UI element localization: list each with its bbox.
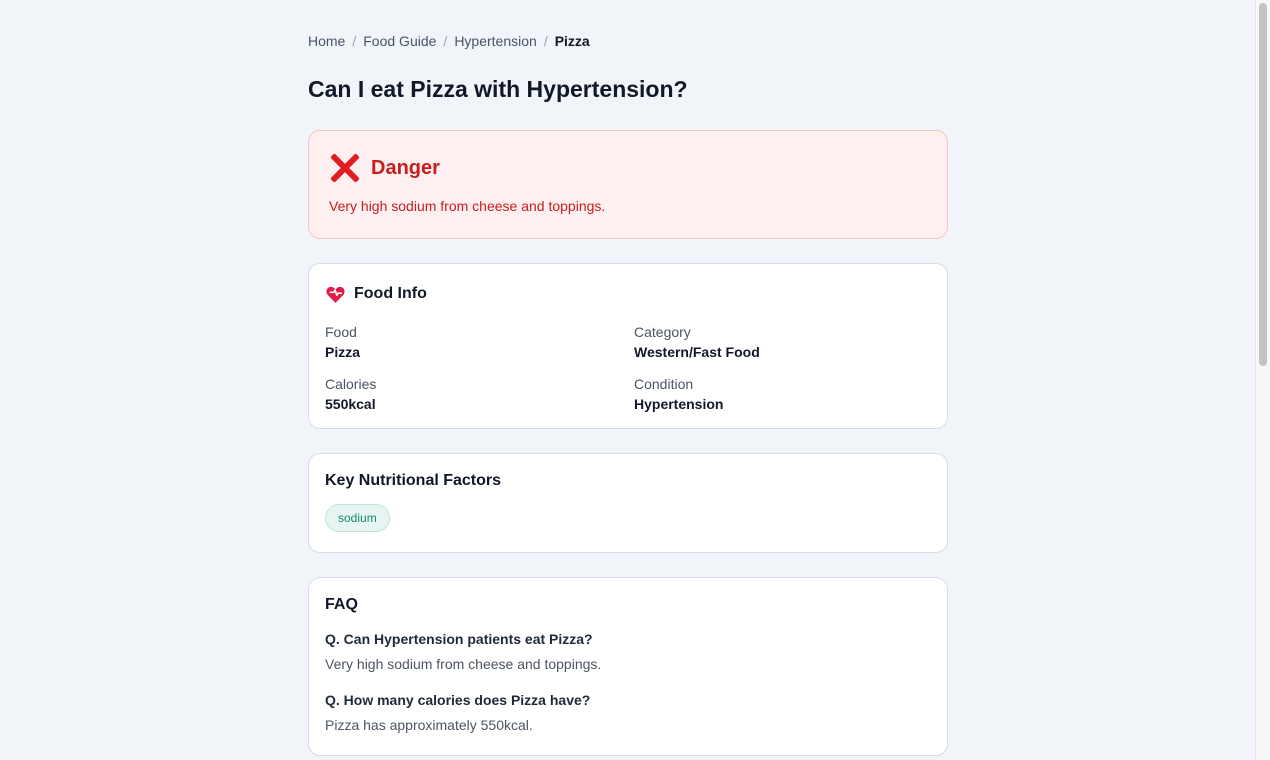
info-value: 550kcal <box>325 396 376 412</box>
breadcrumb-separator: / <box>352 33 357 49</box>
info-field-calories: Calories 550kcal <box>325 374 634 414</box>
breadcrumb-separator: / <box>543 33 548 49</box>
verdict-description: Very high sodium from cheese and topping… <box>329 198 606 214</box>
heart-icon <box>325 284 346 305</box>
breadcrumb-hypertension[interactable]: Hypertension <box>454 33 537 49</box>
info-label: Category <box>634 324 691 340</box>
info-label: Condition <box>634 376 694 392</box>
breadcrumb-separator: / <box>443 33 448 49</box>
faq-question: Q. Can Hypertension patients eat Pizza? <box>325 631 593 647</box>
page-title: Can I eat Pizza with Hypertension? <box>308 76 688 102</box>
verdict-header: Danger <box>329 151 927 185</box>
info-value: Hypertension <box>634 396 724 412</box>
faq-answer: Very high sodium from cheese and topping… <box>325 656 602 672</box>
info-field-condition: Condition Hypertension <box>634 374 934 414</box>
cross-mark-icon <box>329 152 361 184</box>
vertical-scrollbar[interactable] <box>1255 0 1270 760</box>
info-value: Pizza <box>325 344 361 360</box>
breadcrumb-home[interactable]: Home <box>308 33 345 49</box>
info-field-category: Category Western/Fast Food <box>634 322 934 362</box>
faq-item: Q. Can Hypertension patients eat Pizza? … <box>325 630 931 673</box>
food-info-card: Food Info Food Pizza Category Western/Fa… <box>308 263 948 429</box>
food-info-header: Food Info <box>325 282 931 306</box>
breadcrumb-food-guide[interactable]: Food Guide <box>363 33 436 49</box>
faq-card: FAQ Q. Can Hypertension patients eat Piz… <box>308 577 948 756</box>
faq-question: Q. How many calories does Pizza have? <box>325 692 591 708</box>
faq-item: Q. How many calories does Pizza have? Pi… <box>325 691 931 734</box>
breadcrumb: Home / Food Guide / Hypertension / Pizza <box>308 33 590 49</box>
scrollbar-thumb[interactable] <box>1259 3 1267 366</box>
page: Home / Food Guide / Hypertension / Pizza… <box>0 0 1270 760</box>
key-factors-card: Key Nutritional Factors sodium <box>308 453 948 553</box>
info-label: Food <box>325 324 357 340</box>
info-field-food: Food Pizza <box>325 322 634 362</box>
verdict-card: Danger Very high sodium from cheese and … <box>308 130 948 239</box>
info-value: Western/Fast Food <box>634 344 760 360</box>
faq-answer: Pizza has approximately 550kcal. <box>325 717 533 733</box>
faq-title: FAQ <box>325 596 358 613</box>
info-label: Calories <box>325 376 377 392</box>
verdict-title: Danger <box>371 156 440 179</box>
key-factors-title: Key Nutritional Factors <box>325 472 502 489</box>
factor-tag-sodium: sodium <box>325 504 390 532</box>
food-info-title: Food Info <box>354 285 427 302</box>
food-info-grid: Food Pizza Category Western/Fast Food Ca… <box>325 322 931 414</box>
breadcrumb-current: Pizza <box>554 33 590 49</box>
